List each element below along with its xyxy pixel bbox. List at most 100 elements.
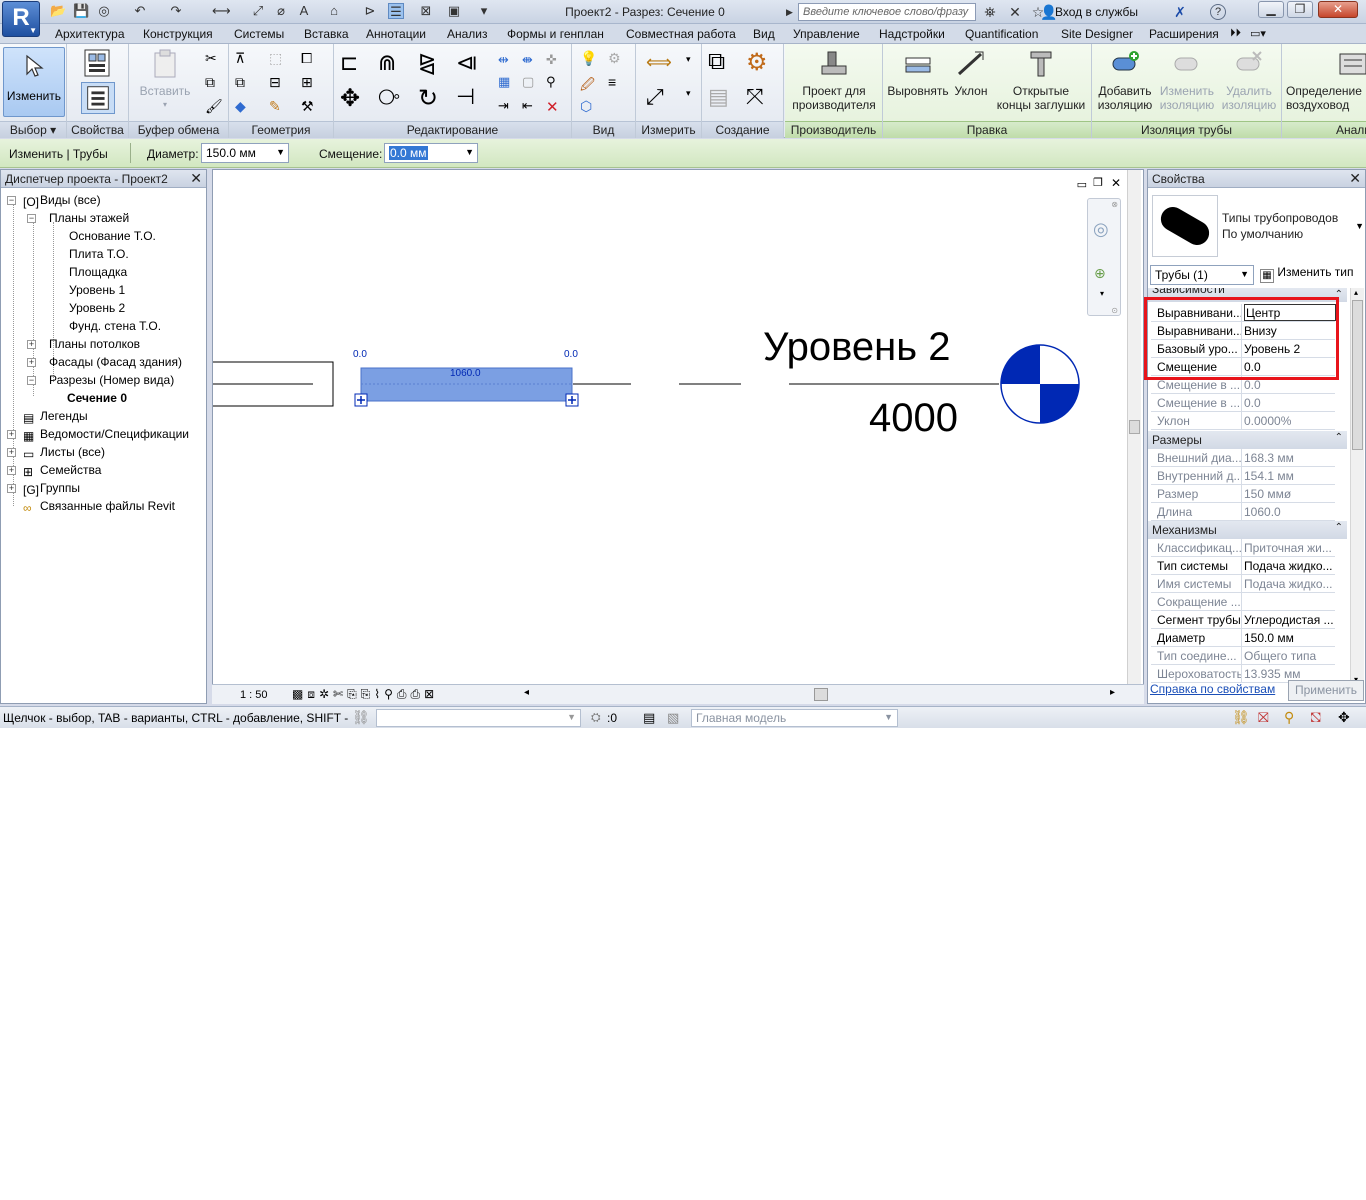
properties-palette-icon[interactable] xyxy=(81,82,115,114)
aligned-dimension-icon[interactable]: ⤢ xyxy=(646,84,680,109)
tree-ceiling-plans[interactable]: Планы потолков xyxy=(49,335,140,353)
exclude-options-icon[interactable]: ▧ xyxy=(667,710,679,726)
tree-sheets[interactable]: ▭ Листы (все) xyxy=(23,443,105,461)
cut-icon[interactable]: ✂ xyxy=(205,50,223,68)
binoculars-icon[interactable]: ⛯ xyxy=(982,4,998,20)
minimize-view-icon[interactable]: ▭ xyxy=(1077,178,1087,191)
trim-multiple-icon[interactable]: ⇥ xyxy=(498,98,516,116)
prop-row[interactable]: Выравнивани... Центр xyxy=(1151,304,1336,322)
tab-manage[interactable]: Управление xyxy=(793,27,860,41)
search-expand-icon[interactable]: ▶ xyxy=(786,3,796,21)
close-icon[interactable]: ✕ xyxy=(190,170,202,187)
cap-open-ends-button[interactable]: Открытые концы заглушки xyxy=(993,48,1089,112)
scroll-left-icon[interactable]: ◂ xyxy=(524,687,529,698)
tab-site-designer[interactable]: Site Designer xyxy=(1061,27,1133,41)
zoom-icon[interactable]: ⊕ xyxy=(1094,265,1106,282)
tree-schedules[interactable]: ▦ Ведомости/Спецификации xyxy=(23,425,189,443)
instance-filter-combo[interactable]: Трубы (1) ▼ xyxy=(1150,265,1254,285)
tab-analyze[interactable]: Анализ xyxy=(447,27,488,41)
trim-single-icon[interactable]: ⇤ xyxy=(522,98,540,116)
cope-icon[interactable]: ⊼ xyxy=(235,50,253,68)
switch-windows-icon[interactable]: ▣ xyxy=(446,3,462,19)
paste-button[interactable]: Вставить ▾ xyxy=(137,48,193,112)
design-options-icon[interactable]: ▤ xyxy=(643,710,655,726)
offset-combo[interactable]: 0.0 мм ▼ xyxy=(384,143,478,163)
panel-label-select[interactable]: Выбор ▾ xyxy=(0,121,66,138)
tab-annotate[interactable]: Аннотации xyxy=(366,27,426,41)
tree-groups[interactable]: [G]Группы xyxy=(23,479,80,497)
minimize-button[interactable]: ▁ xyxy=(1258,1,1284,18)
tree-families[interactable]: ⊞ Семейства xyxy=(23,461,101,479)
override-graphics-icon[interactable]: ⚙ xyxy=(608,50,626,68)
airflow-button[interactable]: Определение воздуховод xyxy=(1286,48,1366,112)
tree-floor-plan-item[interactable]: Уровень 2 xyxy=(69,299,125,317)
paint-icon[interactable]: ⊞ xyxy=(301,74,319,92)
group-constraints[interactable]: Зависимости ⌃ xyxy=(1148,288,1347,302)
customize-toolbar-icon[interactable]: ▾ xyxy=(476,3,492,19)
section-icon[interactable]: ⊳ xyxy=(362,3,378,19)
copy-element-icon[interactable]: ⧂ xyxy=(378,84,408,114)
editable-only-icon[interactable]: ⛭ xyxy=(591,710,601,725)
drag-elements-icon[interactable]: ✥ xyxy=(1338,709,1350,726)
tree-legends[interactable]: ▤ Легенды xyxy=(23,407,88,425)
tag-icon[interactable]: ⌀ xyxy=(273,3,289,19)
select-by-face-icon[interactable]: ⛞ xyxy=(1310,709,1321,728)
properties-help-link[interactable]: Справка по свойствам xyxy=(1150,682,1275,696)
prop-row[interactable]: Выравнивани... Внизу xyxy=(1151,322,1335,340)
split-icon[interactable]: ⇹ xyxy=(498,52,516,70)
expand-toggle[interactable]: + xyxy=(7,466,16,475)
design-to-fabrication-button[interactable]: Проект для производителя xyxy=(787,48,881,112)
view-scale[interactable]: 1 : 50 xyxy=(240,689,268,701)
group-mechanical[interactable]: Механизмы ⌃ xyxy=(1148,521,1347,539)
split-with-gap-icon[interactable]: ⇼ xyxy=(522,52,540,70)
scroll-up-icon[interactable]: ▴ xyxy=(1354,288,1358,297)
tab-addins[interactable]: Надстройки xyxy=(879,27,945,41)
add-insulation-button[interactable]: Добавить изоляцию xyxy=(1094,48,1156,112)
vertical-scrollbar[interactable] xyxy=(1127,170,1141,686)
tree-floor-plan-item[interactable]: Площадка xyxy=(69,263,127,281)
undo-icon[interactable]: ↶ xyxy=(132,3,148,19)
close-icon[interactable]: ⊗ xyxy=(1111,200,1118,209)
expand-toggle[interactable]: + xyxy=(27,358,36,367)
align-icon[interactable]: ⊏ xyxy=(340,50,370,78)
move-icon[interactable]: ✥ xyxy=(340,84,370,114)
maximize-button[interactable]: ❐ xyxy=(1287,1,1313,18)
ribbon-minimize-icon[interactable]: ▭▾ xyxy=(1250,27,1266,40)
scroll-right-icon[interactable]: ▸ xyxy=(1110,687,1115,698)
tab-massing-site[interactable]: Формы и генплан xyxy=(507,27,604,41)
cut-geometry-icon[interactable]: ⬚ xyxy=(269,50,287,68)
scale-icon[interactable]: ▢ xyxy=(522,74,540,92)
close-icon[interactable]: ✕ xyxy=(1349,170,1361,187)
type-selector[interactable]: Типы трубопроводов По умолчанию ▼ xyxy=(1150,193,1364,259)
tab-structure[interactable]: Конструкция xyxy=(143,27,213,41)
open-icon[interactable]: 📂 xyxy=(50,3,66,19)
select-underlay-icon[interactable]: ⛝ xyxy=(1258,709,1269,726)
close-view-icon[interactable]: ✕ xyxy=(1111,176,1121,190)
offset-icon[interactable]: ⋒ xyxy=(378,50,408,78)
sign-in-link[interactable]: Вход в службы xyxy=(1055,5,1138,19)
more-tabs-icon[interactable]: ⏵⏵ xyxy=(1230,27,1241,40)
chevron-down-icon[interactable]: ▾ xyxy=(1100,289,1104,298)
properties-scrollbar[interactable]: ▴ ▾ xyxy=(1350,288,1364,684)
workset-combo[interactable]: ▼ xyxy=(376,709,581,727)
tree-elevations[interactable]: Фасады (Фасад здания) xyxy=(49,353,182,371)
chevron-down-icon[interactable]: ▼ xyxy=(1355,221,1364,231)
unpin-icon[interactable]: ✜ xyxy=(546,52,564,70)
scroll-thumb[interactable] xyxy=(1129,420,1140,434)
application-menu-button[interactable]: R ▼ xyxy=(2,1,40,37)
match-properties-icon[interactable]: 🖌 xyxy=(205,98,223,116)
rotate-icon[interactable]: ↻ xyxy=(418,84,448,114)
create-similar-icon[interactable]: ⤧ xyxy=(746,84,778,114)
prop-row[interactable]: Сегмент трубы Углеродистая ... xyxy=(1151,611,1335,629)
filter-lines-icon[interactable]: ≡ xyxy=(608,74,626,92)
expand-toggle[interactable]: + xyxy=(7,448,16,457)
edit-insulation-button[interactable]: Изменить изоляцию xyxy=(1156,48,1218,112)
expand-toggle[interactable]: + xyxy=(7,484,16,493)
close-views-icon[interactable]: ⊠ xyxy=(418,3,434,19)
worksets-icon[interactable]: ⛓ xyxy=(352,709,370,726)
mirror-draw-axis-icon[interactable]: ⧏ xyxy=(456,50,486,78)
save-icon[interactable]: 💾 xyxy=(73,3,89,19)
tree-revit-links[interactable]: ∞ Связанные файлы Revit xyxy=(23,497,175,515)
select-links-icon[interactable]: ⛓ xyxy=(1232,709,1250,726)
search-input[interactable]: Введите ключевое слово/фразу xyxy=(798,3,976,21)
